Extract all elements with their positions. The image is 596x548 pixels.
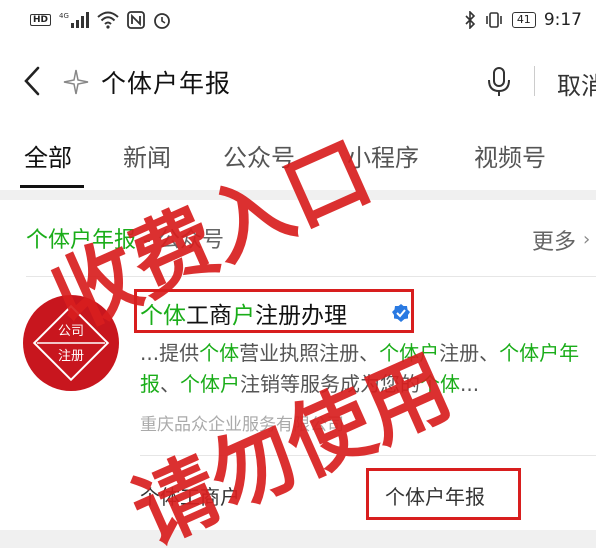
avatar-text-top: 公司 [58,324,84,339]
account-description: ...提供个体营业执照注册、个体户注册、个体户年报、个体户注销等服务成为您的个体… [140,338,590,400]
search-input[interactable]: 个体户年报 [101,64,231,100]
network-type-label: 4G [59,12,69,20]
section-separator [0,190,596,200]
description-part: 个体 [199,341,240,365]
description-part: 注销等服务成为您的 [240,372,420,396]
description-part: ... [460,372,480,396]
section-keyword: 个体户年报 [26,228,137,253]
description-part: 营业执照注册、 [239,341,380,365]
sparkle-icon [62,68,90,96]
microphone-icon[interactable] [486,66,512,98]
search-tabs: 全部 新闻 公众号 小程序 视频号 [0,128,596,190]
nfc-icon [127,11,145,29]
status-bar-right: 41 9:17 [464,10,582,30]
tab-all[interactable]: 全部 [24,138,72,173]
menu-item-business-registration[interactable]: 个体工商户 [140,481,240,510]
description-part: 注册、 [439,341,500,365]
cancel-button[interactable]: 取消 [557,66,596,101]
vibrate-icon [484,11,504,29]
back-arrow-icon[interactable] [18,64,48,98]
cellular-signal-icon: 4G [59,11,90,29]
company-name: 重庆品众企业服务有限公司 [140,415,344,435]
chevron-right-icon[interactable]: › [583,229,590,250]
bottom-separator [0,530,596,548]
tab-official-accounts[interactable]: 公众号 [223,138,295,173]
header-divider [534,66,535,96]
avatar[interactable]: 公司 注册 [23,295,119,391]
hd-icon: HD [30,14,52,26]
wifi-icon [97,11,119,29]
active-tab-indicator [20,185,84,188]
section-separator-text: - [136,228,158,253]
tab-channels[interactable]: 视频号 [474,138,546,173]
status-bar-left: HD 4G [30,11,171,29]
status-bar: HD 4G 41 9:17 [0,0,596,40]
more-link[interactable]: 更多 [532,224,576,256]
bluetooth-icon [464,11,476,29]
battery-icon: 41 [511,12,536,28]
divider [26,276,596,277]
description-part: 、 [160,372,180,396]
avatar-text-bottom: 注册 [58,349,84,364]
tab-news[interactable]: 新闻 [123,138,171,173]
search-header: 个体户年报 取消 [0,50,596,114]
highlight-box-title [134,289,414,333]
description-part: 个体户 [379,341,440,365]
divider [140,455,596,456]
tab-mini-programs[interactable]: 小程序 [347,138,419,173]
section-title: 个体户年报 - 公众号 [26,222,224,254]
alarm-icon [153,11,171,29]
description-part: 个体 [420,372,460,396]
section-category: 公众号 [157,228,224,253]
clock: 9:17 [543,10,582,30]
highlight-box-menu [366,468,521,520]
description-part: 个体户 [180,372,240,396]
description-part: ...提供 [140,341,200,365]
